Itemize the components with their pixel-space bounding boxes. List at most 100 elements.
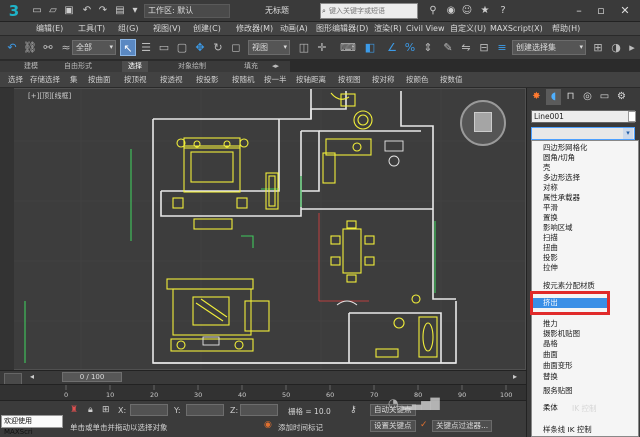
menu-create[interactable]: 创建(C) bbox=[193, 22, 221, 36]
user-account-icon[interactable]: ☺ bbox=[460, 4, 474, 18]
viewcube-icon[interactable] bbox=[474, 112, 492, 132]
ribbon-by-surface[interactable]: 按曲面 bbox=[88, 72, 111, 88]
modifier-lattice[interactable]: 晶格 bbox=[543, 339, 558, 349]
open-file-icon[interactable]: ▱ bbox=[46, 4, 60, 18]
modify-tab-icon[interactable]: ◖ bbox=[546, 89, 561, 105]
ribbon-tab-modeling[interactable]: 建模 bbox=[24, 61, 38, 72]
app-logo-icon[interactable]: 3 bbox=[2, 1, 26, 21]
layer-manager-icon[interactable]: ≡ bbox=[494, 39, 510, 56]
select-object-icon[interactable]: ↖ bbox=[120, 39, 136, 56]
viewport-label[interactable]: [+][顶][线框] bbox=[28, 91, 71, 101]
absolute-mode-icon[interactable]: ⊞ bbox=[102, 405, 110, 415]
select-scale-icon[interactable]: ◻ bbox=[228, 39, 244, 56]
modifier-symmetry[interactable]: 对称 bbox=[543, 183, 558, 193]
edit-named-selection-icon[interactable]: ✎ bbox=[440, 39, 456, 56]
menu-animation[interactable]: 动画(A) bbox=[280, 22, 308, 36]
workspace-selector[interactable]: 工作区: 默认 bbox=[144, 4, 230, 18]
schematic-view-icon[interactable]: ⊞ bbox=[590, 39, 606, 56]
modifier-attribute-holder[interactable]: 属性承载器 bbox=[543, 193, 580, 203]
maximize-icon[interactable]: ▫ bbox=[592, 2, 610, 20]
named-selection-dropdown[interactable]: 创建选择集 ▾ bbox=[512, 40, 586, 55]
help-icon[interactable]: ? bbox=[496, 4, 510, 18]
modifier-stretch[interactable]: 拉伸 bbox=[543, 263, 558, 273]
menu-customize[interactable]: 自定义(U) bbox=[450, 22, 486, 36]
menu-edit[interactable]: 编辑(E) bbox=[36, 22, 63, 36]
modifier-camera-map[interactable]: 摄影机贴图 bbox=[543, 329, 580, 339]
menu-group[interactable]: 组(G) bbox=[118, 22, 138, 36]
modifier-shell[interactable]: 壳 bbox=[543, 163, 550, 173]
motion-tab-icon[interactable]: ◎ bbox=[580, 89, 595, 105]
modifier-sweep[interactable]: 扫描 bbox=[543, 233, 558, 243]
select-link-icon[interactable]: ⛓ bbox=[22, 39, 38, 56]
ribbon-tab-object-paint[interactable]: 对象绘制 bbox=[178, 61, 206, 72]
object-name-field[interactable]: Line001 bbox=[531, 110, 635, 123]
project-folder-icon[interactable]: ▤ bbox=[113, 4, 127, 18]
modifier-surface-deform[interactable]: 曲面变形 bbox=[543, 361, 573, 371]
percent-snap-icon[interactable]: % bbox=[402, 39, 418, 56]
new-file-icon[interactable]: ▭ bbox=[30, 4, 44, 18]
binoculars-icon[interactable]: ⚲ bbox=[426, 4, 440, 18]
modifier-displace[interactable]: 置换 bbox=[543, 213, 558, 223]
ribbon-by-projection[interactable]: 按投影 bbox=[196, 72, 219, 88]
rectangular-selection-icon[interactable]: ▭ bbox=[156, 39, 172, 56]
ribbon-by-color[interactable]: 按颜色 bbox=[406, 72, 429, 88]
viewport-top[interactable] bbox=[0, 88, 526, 370]
ribbon-tab-populate[interactable]: 填充 bbox=[244, 61, 258, 72]
unlink-icon[interactable]: ⚯ bbox=[40, 39, 56, 56]
snaps-toggle-icon[interactable]: ◧ bbox=[362, 39, 378, 56]
next-frame-icon[interactable]: ▸ bbox=[513, 372, 517, 381]
modifier-affect-region[interactable]: 影响区域 bbox=[543, 223, 573, 233]
hierarchy-tab-icon[interactable]: ⊓ bbox=[563, 89, 578, 105]
modifier-projection[interactable]: 投影 bbox=[543, 253, 558, 263]
menu-views[interactable]: 视图(V) bbox=[153, 22, 181, 36]
lock-icon[interactable]: 🔒︎ bbox=[88, 405, 93, 415]
ribbon-by-symmetry[interactable]: 按对称 bbox=[372, 72, 395, 88]
modifier-poly-select[interactable]: 多边形选择 bbox=[543, 173, 580, 183]
mirror-icon[interactable]: ⇋ bbox=[458, 39, 474, 56]
menu-rendering[interactable]: 渲染(R) bbox=[374, 22, 402, 36]
ribbon-toggle-icon[interactable]: ◂▸ bbox=[272, 61, 286, 72]
menu-civil-view[interactable]: Civil View bbox=[406, 22, 445, 36]
object-color-swatch[interactable] bbox=[628, 111, 636, 122]
ribbon-store-selection[interactable]: 存储选择 bbox=[30, 72, 60, 88]
modifier-fillet-chamfer[interactable]: 圆角/切角 bbox=[543, 153, 575, 163]
window-crossing-icon[interactable]: ▢ bbox=[174, 39, 190, 56]
select-by-name-icon[interactable]: ☰ bbox=[138, 39, 154, 56]
maxscript-listener-field[interactable]: 欢迎使用 MAXScri bbox=[1, 415, 63, 436]
select-rotate-icon[interactable]: ↻ bbox=[210, 39, 226, 56]
minimize-icon[interactable]: – bbox=[570, 2, 588, 20]
modifier-twist[interactable]: 扭曲 bbox=[543, 243, 558, 253]
save-file-icon[interactable]: ▣ bbox=[62, 4, 76, 18]
ribbon-by-view[interactable]: 按视图 bbox=[338, 72, 361, 88]
ribbon-by-pivot-distance[interactable]: 按轴距离 bbox=[296, 72, 326, 88]
ribbon-select[interactable]: 选择 bbox=[8, 72, 23, 88]
menu-help[interactable]: 帮助(H) bbox=[552, 22, 580, 36]
prev-frame-icon[interactable]: ◂ bbox=[30, 372, 34, 381]
redo-icon[interactable]: ↷ bbox=[96, 4, 110, 18]
modifier-push[interactable]: 推力 bbox=[543, 319, 558, 329]
track-bar[interactable] bbox=[0, 384, 526, 400]
menu-maxscript[interactable]: MAXScript(X) bbox=[490, 22, 543, 36]
select-move-icon[interactable]: ✥ bbox=[192, 39, 208, 56]
create-tab-icon[interactable]: ✸ bbox=[529, 89, 544, 105]
ribbon-by-random[interactable]: 按随机 bbox=[232, 72, 255, 88]
menu-tools[interactable]: 工具(T) bbox=[78, 22, 105, 36]
ribbon-by-half[interactable]: 按一半 bbox=[264, 72, 287, 88]
quick-access-dropdown-icon[interactable]: ▾ bbox=[128, 4, 142, 18]
modifier-surface[interactable]: 曲面 bbox=[543, 350, 558, 360]
angle-snap-icon[interactable]: ∠ bbox=[384, 39, 400, 56]
menu-modifiers[interactable]: 修改器(M) bbox=[236, 22, 273, 36]
favorites-star-icon[interactable]: ★ bbox=[478, 4, 492, 18]
modifier-material-by-element[interactable]: 按元素分配材质 bbox=[543, 281, 595, 291]
key-mode-icon[interactable]: ✓ bbox=[420, 420, 428, 430]
add-time-tag[interactable]: 添加时间标记 bbox=[278, 422, 323, 433]
search-input[interactable]: ⌕ 键入关键字或短语 bbox=[320, 3, 418, 19]
ribbon-tab-selection[interactable]: 选择 bbox=[122, 61, 148, 72]
time-slider[interactable]: 0 / 100 bbox=[62, 372, 122, 382]
pivot-center-icon[interactable]: ◫ bbox=[296, 39, 312, 56]
selection-lock-icon[interactable]: ♜ bbox=[70, 405, 78, 415]
reference-coordinate-dropdown[interactable]: 视图 ▾ bbox=[248, 40, 290, 55]
modifier-substitute[interactable]: 替换 bbox=[543, 372, 558, 382]
display-tab-icon[interactable]: ▭ bbox=[597, 89, 612, 105]
time-tag-icon[interactable]: ◉ bbox=[264, 420, 272, 430]
